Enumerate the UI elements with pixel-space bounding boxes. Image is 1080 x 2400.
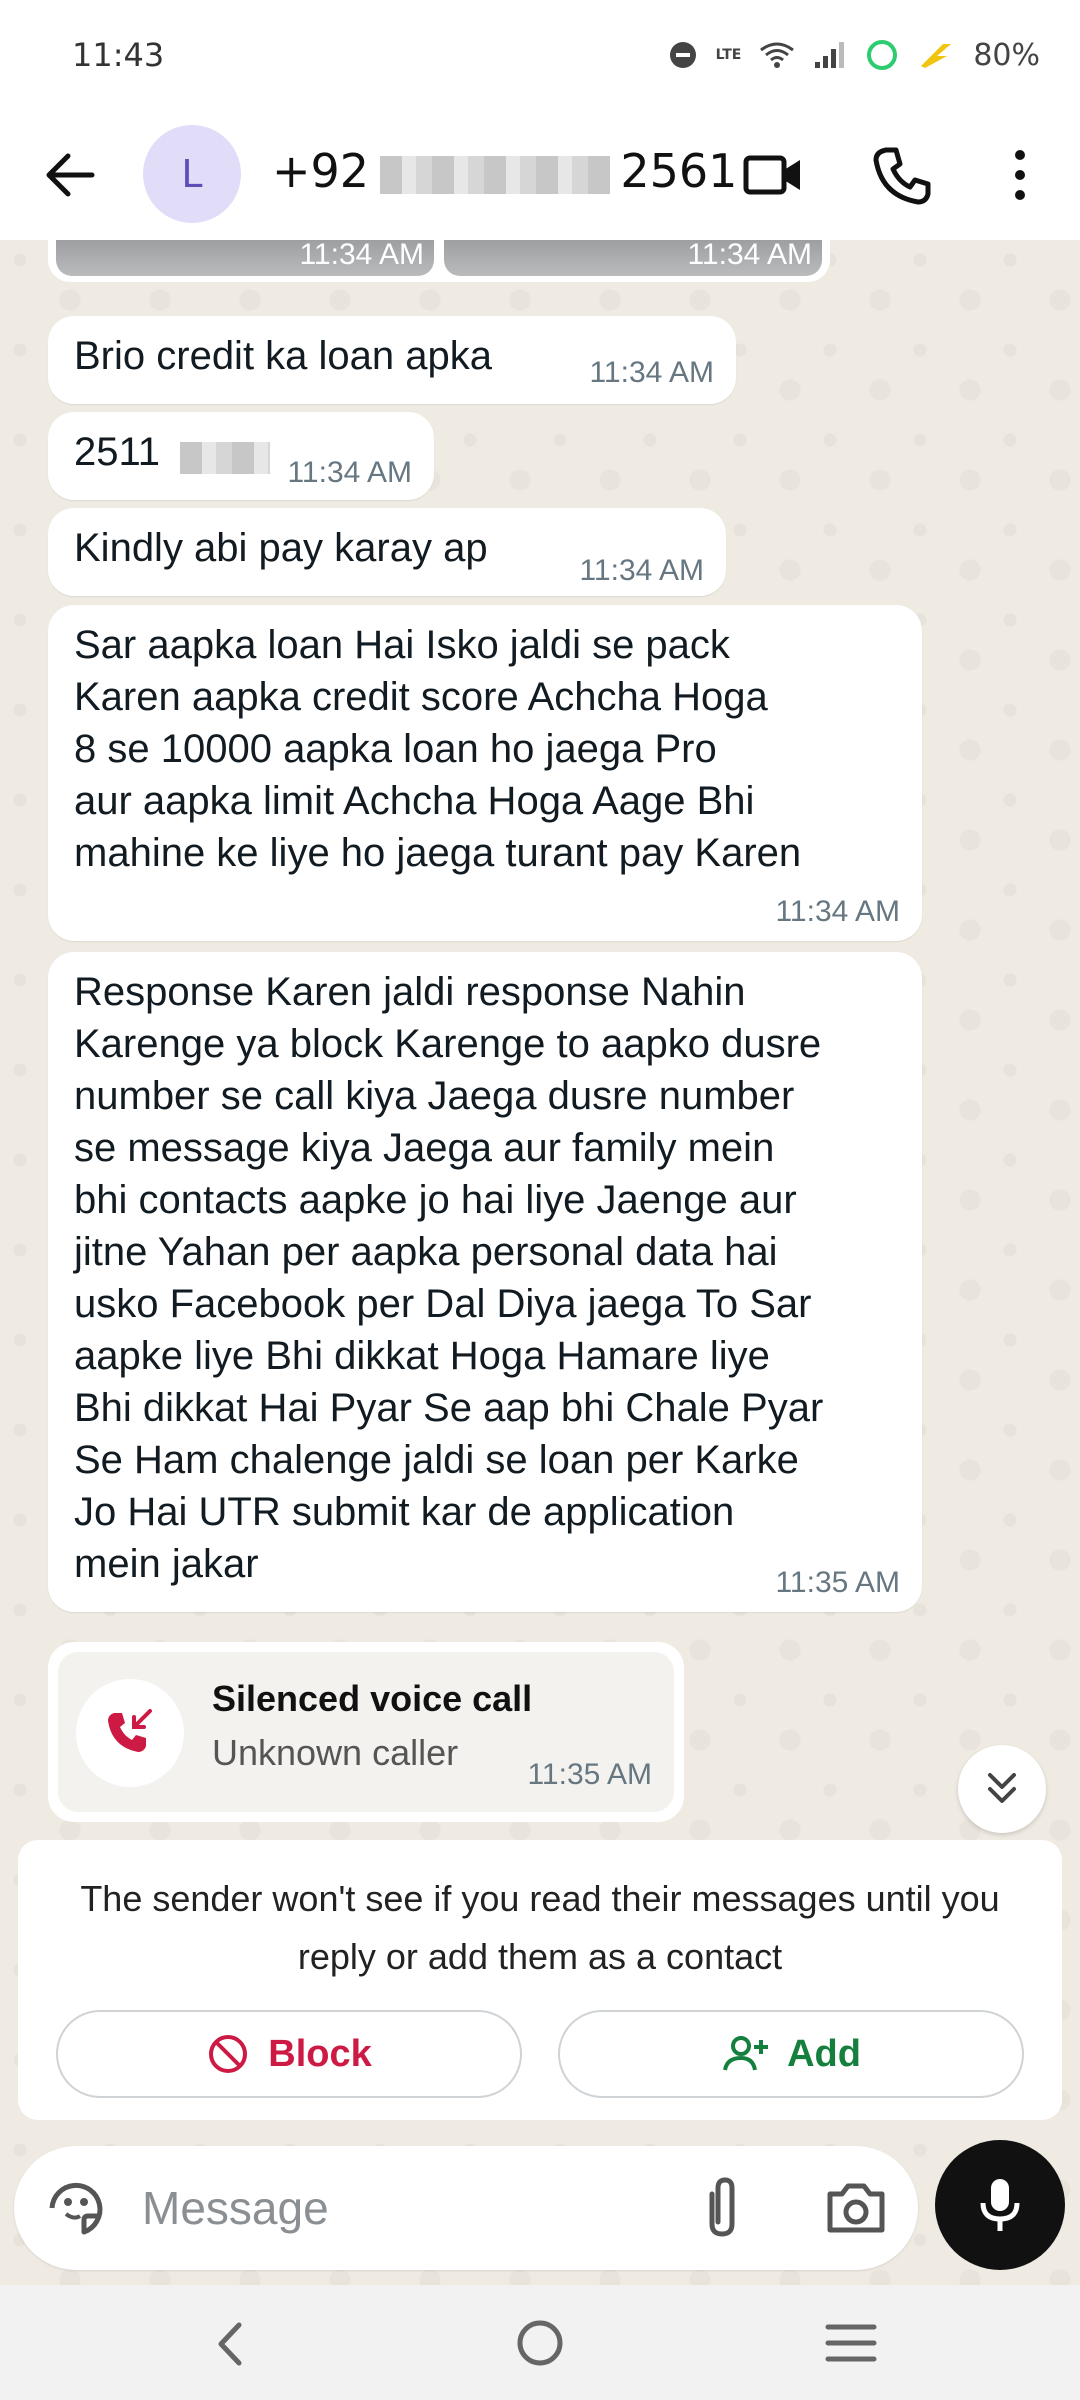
message-time: 11:34 AM — [299, 240, 424, 271]
avatar[interactable]: L — [143, 125, 241, 223]
call-subtitle: Unknown caller — [212, 1732, 459, 1773]
system-recents-button[interactable] — [824, 2321, 878, 2365]
message-bubble[interactable]: Kindly abi pay karay ap 11:34 AM — [48, 508, 726, 596]
message-composer — [14, 2146, 918, 2270]
call-time: 11:35 AM — [527, 1758, 652, 1791]
voice-message-button[interactable] — [935, 2140, 1065, 2270]
back-button[interactable] — [36, 140, 106, 210]
system-navigation-bar — [0, 2285, 1080, 2400]
do-not-disturb-icon — [669, 42, 696, 68]
circle-home-icon — [517, 2320, 563, 2366]
message-text: Sar aapka loan Hai Isko jaldi se pack Ka… — [74, 623, 802, 875]
more-options-button[interactable] — [990, 140, 1050, 210]
media-thumbnail[interactable]: 11:34 AM — [56, 240, 434, 276]
message-time: 11:34 AM — [589, 356, 714, 389]
message-text: Brio credit ka loan apka — [74, 334, 493, 378]
menu-lines-icon — [825, 2324, 877, 2362]
message-bubble[interactable]: Brio credit ka loan apka 11:34 AM — [48, 316, 736, 404]
contact-number-suffix: 2561 — [620, 144, 738, 198]
wifi-icon — [760, 42, 795, 68]
message-bubble[interactable]: 2511 11:34 AM — [48, 412, 434, 500]
attach-button[interactable] — [690, 2174, 754, 2242]
status-icons: LTE 80% — [668, 30, 1040, 80]
message-text: Kindly abi pay karay ap — [74, 526, 488, 570]
media-message: 11:34 AM 11:34 AM — [48, 240, 830, 282]
sticker-button[interactable] — [44, 2176, 108, 2240]
sticker-icon — [49, 2182, 103, 2235]
microphone-icon — [980, 2179, 1020, 2231]
message-time: 11:34 AM — [687, 240, 812, 271]
network-type-label: LTE — [715, 47, 742, 63]
message-input[interactable] — [142, 2168, 662, 2248]
double-chevron-down-icon — [988, 1773, 1016, 1803]
contact-title[interactable]: +92 2561 — [272, 136, 737, 206]
message-bubble[interactable]: Sar aapka loan Hai Isko jaldi se pack Ka… — [48, 605, 922, 941]
charging-icon — [921, 44, 952, 68]
voice-call-button[interactable] — [868, 140, 938, 210]
message-time: 11:35 AM — [775, 1566, 900, 1599]
message-text: 2511 — [74, 430, 161, 474]
silenced-call-icon — [108, 1709, 152, 1752]
block-icon — [209, 2035, 248, 2073]
unknown-sender-notice: The sender won't see if you read their m… — [18, 1840, 1062, 2120]
message-text: Response Karen jaldi response Nahin Kare… — [74, 970, 824, 1586]
battery-ring-icon — [867, 40, 898, 70]
message-time: 11:34 AM — [775, 895, 900, 928]
camera-icon — [827, 2183, 885, 2233]
add-person-icon — [723, 2036, 769, 2071]
chevron-left-icon — [218, 2322, 242, 2366]
system-back-button[interactable] — [205, 2317, 255, 2371]
media-thumbnail[interactable]: 11:34 AM — [444, 240, 822, 276]
paperclip-icon — [709, 2177, 735, 2237]
video-call-button[interactable] — [738, 140, 808, 210]
status-bar: 11:43 LTE 80% — [0, 0, 1080, 110]
call-title: Silenced voice call — [212, 1678, 533, 1719]
missed-call-icon-container — [76, 1679, 184, 1787]
more-vertical-icon — [1015, 150, 1025, 200]
message-list[interactable]: 11:34 AM 11:34 AM Brio credit ka loan ap… — [0, 240, 1080, 2285]
message-time: 11:34 AM — [287, 456, 412, 489]
message-bubble[interactable]: Response Karen jaldi response Nahin Kare… — [48, 952, 922, 1612]
notice-text: The sender won't see if you read their m… — [80, 1878, 1000, 1977]
call-log-bubble[interactable]: Silenced voice call Unknown caller 11:35… — [48, 1642, 684, 1822]
add-contact-button[interactable]: Add — [558, 2010, 1024, 2098]
camera-button[interactable] — [822, 2176, 890, 2240]
redacted-number — [379, 155, 610, 194]
status-time: 11:43 — [72, 36, 165, 74]
signal-icon — [815, 42, 845, 68]
system-home-button[interactable] — [514, 2317, 566, 2369]
block-button[interactable]: Block — [56, 2010, 522, 2098]
phone-icon — [873, 147, 931, 205]
call-log-card: Silenced voice call Unknown caller 11:35… — [58, 1652, 674, 1812]
chat-header: L +92 2561 — [0, 110, 1080, 240]
scroll-to-bottom-button[interactable] — [958, 1745, 1046, 1833]
arrow-left-icon — [46, 153, 95, 197]
video-camera-icon — [743, 155, 800, 195]
battery-percentage: 80% — [973, 37, 1040, 73]
add-label: Add — [787, 2032, 861, 2075]
contact-number-prefix: +92 — [272, 144, 370, 198]
block-label: Block — [268, 2032, 372, 2075]
message-time: 11:34 AM — [579, 554, 704, 587]
redacted-text — [180, 442, 270, 474]
